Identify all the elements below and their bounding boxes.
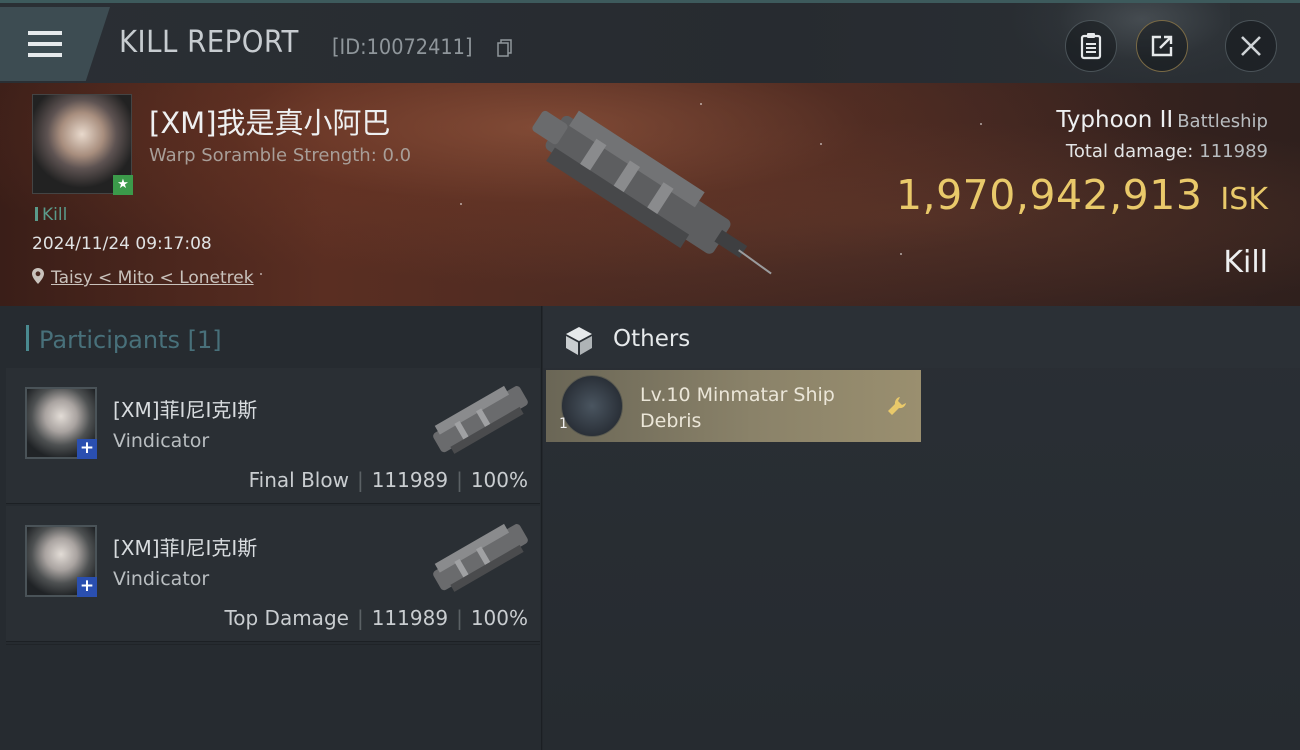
close-icon (1241, 36, 1261, 56)
background-planet (1010, 3, 1230, 83)
participant-role: Final Blow (248, 468, 349, 492)
ship-name: Typhoon II (1056, 107, 1174, 133)
participant-ship: Vindicator (113, 430, 210, 452)
isk-loss: 1,970,942,913 ISK (896, 171, 1268, 219)
kill-banner: ★ [XM]我是真小阿巴 Warp Soramble Strength: 0.0… (0, 83, 1300, 306)
participant-ship: Vindicator (113, 568, 210, 590)
participant-damage: 111989 (371, 606, 449, 630)
clipboard-icon (1080, 33, 1102, 60)
location[interactable]: Taisy < Mito < Lonetrek (31, 267, 254, 288)
participant-percent: 100% (470, 468, 528, 492)
participant-card[interactable]: + [XM]菲I尼I克I斯 Vindicator Final Blow | 1119… (6, 368, 540, 504)
participant-avatar[interactable]: + (25, 387, 97, 459)
share-icon (1151, 35, 1173, 57)
menu-button[interactable] (0, 7, 110, 81)
total-damage-value: 111989 (1199, 141, 1268, 162)
participants-panel: Participants [1] + [XM]菲I尼I克I斯 Vindicato… (0, 306, 542, 750)
participant-percent: 100% (470, 606, 528, 630)
isk-unit: ISK (1220, 182, 1268, 217)
participants-label: Participants (39, 326, 180, 354)
total-damage: Total damage: 111989 (1066, 141, 1268, 162)
wrench-icon (888, 397, 906, 415)
participant-avatar[interactable]: + (25, 525, 97, 597)
isk-amount: 1,970,942,913 (895, 171, 1203, 219)
plus-icon[interactable]: + (77, 577, 97, 597)
others-title: Others (613, 326, 691, 352)
plus-icon[interactable]: + (77, 439, 97, 459)
participants-header: Participants [1] (26, 325, 222, 354)
item-thumbnail (561, 375, 623, 437)
loot-item-card[interactable]: 1 Lv.10 Minmatar Ship Debris (546, 370, 921, 442)
participant-card[interactable]: + [XM]菲I尼I克I斯 Vindicator Top Damage | 1119… (6, 506, 540, 642)
header-bar: KILL REPORT [ID:10072411] (0, 0, 1300, 83)
total-damage-label: Total damage: (1065, 141, 1194, 162)
item-name: Lv.10 Minmatar Ship Debris (640, 384, 835, 432)
status-tag-label: Kill (42, 205, 68, 225)
location-link[interactable]: Taisy < Mito < Lonetrek (51, 268, 254, 288)
participant-ship-image (433, 523, 528, 592)
others-header: Others (543, 306, 1300, 368)
participants-count: [1] (187, 326, 222, 354)
participants-empty-area (6, 644, 540, 746)
star-icon: ★ (113, 175, 133, 195)
item-quantity: 1 (559, 416, 568, 432)
page-title: KILL REPORT (119, 25, 299, 60)
participant-role: Top Damage (224, 606, 349, 630)
victim-ship: Typhoon II Battleship (1056, 107, 1268, 133)
victim-avatar[interactable]: ★ (32, 94, 133, 195)
victim-name: [XM]我是真小阿巴 (149, 106, 391, 140)
kill-result: Kill (1223, 245, 1268, 280)
report-id: [ID:10072411] (332, 35, 473, 59)
kill-timestamp: 2024/11/24 09:17:08 (32, 234, 212, 254)
participant-name: [XM]菲I尼I克I斯 (113, 536, 258, 560)
copy-icon[interactable] (497, 39, 513, 57)
ship-class: Battleship (1177, 111, 1268, 132)
menu-icon (28, 31, 62, 35)
share-button[interactable] (1136, 20, 1188, 72)
scramble-strength: Warp Soramble Strength: 0.0 (149, 145, 412, 166)
others-panel: Others 1 Lv.10 Minmatar Ship Debris (543, 306, 1300, 750)
status-tag: Kill (35, 205, 67, 225)
participant-stats: Final Blow | 111989 | 100% (248, 468, 528, 492)
clipboard-button[interactable] (1065, 20, 1117, 72)
participant-stats: Top Damage | 111989 | 100% (224, 606, 528, 630)
victim-ship-image (532, 110, 772, 275)
location-pin-icon (32, 268, 44, 284)
close-button[interactable] (1225, 20, 1277, 72)
participant-ship-image (433, 385, 528, 454)
participant-damage: 111989 (371, 468, 449, 492)
participant-name: [XM]菲I尼I克I斯 (113, 398, 258, 422)
box-icon (566, 327, 592, 355)
